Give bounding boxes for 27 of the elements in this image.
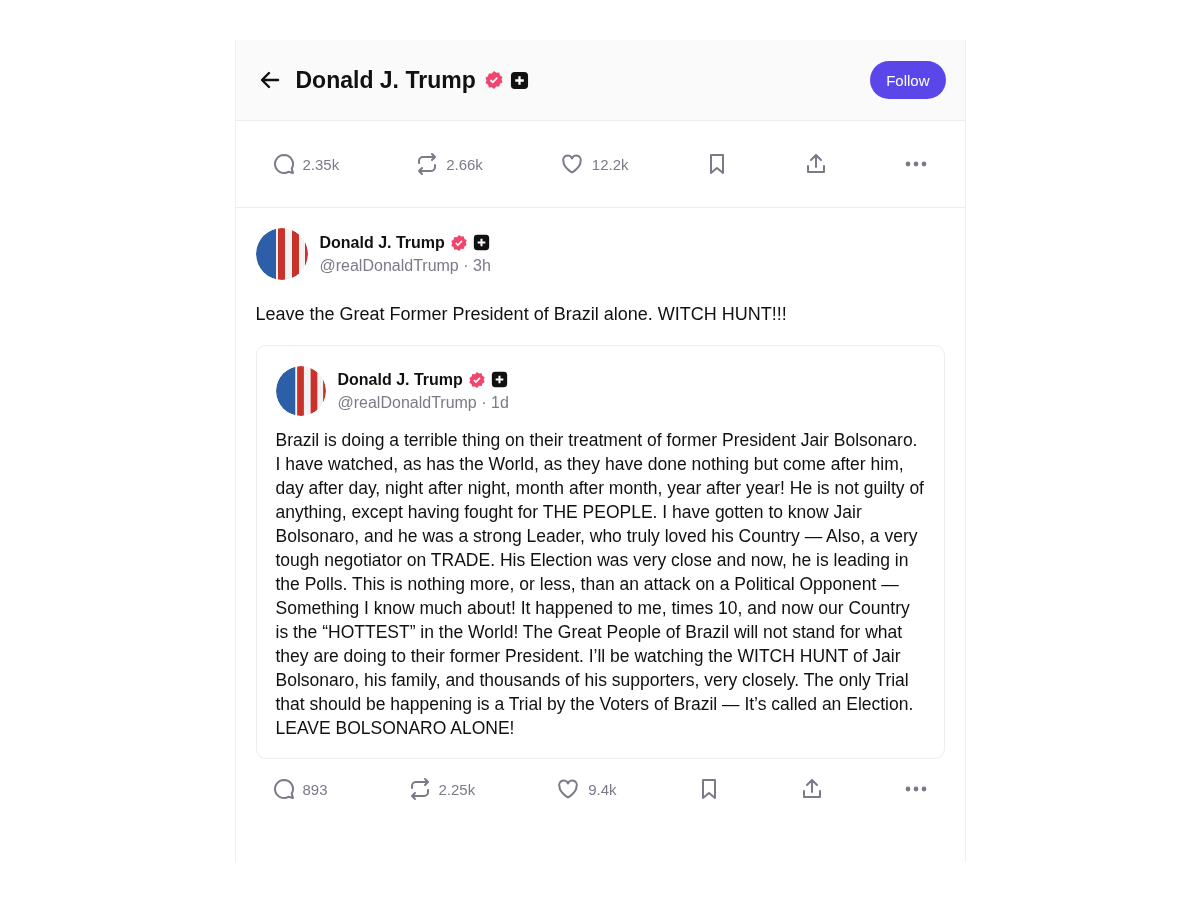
action-count: 2.35k (302, 155, 340, 173)
quoted-post-text: Brazil is doing a terrible thing on their treatment of former President Jair Bolsonaro. I have watched, as has the World, as they have done nothing but come after him, day after day, night after night, month after month, year after year! He is not guilty of anything, except having fought for THE PEOPLE. I have gotten to know Jair Bolsonaro, and he was a strong Leader, who truly loved his Country — Also, a very tough negotiator on TRADE. His Election was very close and now, he is leading in the Polls. This is nothing more, or less, than an attack on a Political Opponent — Something I know much about! It happened to me, times 10, and now our Country is the “HOTTEST” in the World! The Great People of Brazil will not stand for what they are doing to their former President. I’ll be watching the WITCH HUNT of Jair Bolsonaro, his family, and thousands of his supporters, very closely. The only Trial that should be happening is a Trial by the Voters of Brazil — It’s called an Election. LEAVE BOLSONARO ALONE! (275, 429, 925, 740)
plus-icon (509, 70, 529, 90)
author-name: Donald J. Trump (337, 370, 463, 389)
action-count: 12.2k (591, 155, 629, 173)
avatar (255, 228, 308, 280)
comment-icon[interactable] (271, 152, 296, 176)
avatar (275, 366, 326, 416)
action-count: 2.66k (446, 155, 483, 173)
verified-icon (467, 370, 486, 389)
action-count: 9.4k (588, 780, 617, 798)
action-count: 893 (302, 780, 328, 798)
comment-icon[interactable] (271, 777, 296, 801)
verified-icon (483, 70, 504, 90)
plus-icon (490, 371, 508, 388)
author-name: Donald J. Trump (319, 233, 445, 252)
quoted-post-card[interactable] (255, 345, 945, 759)
verified-icon (449, 233, 468, 252)
action-count: 2.25k (438, 780, 476, 798)
author-handle: @realDonaldTrump · 3h (319, 256, 491, 275)
author-handle: @realDonaldTrump · 1d (337, 393, 509, 412)
profile-name: Donald J. Trump (295, 66, 476, 94)
plus-icon (472, 234, 490, 251)
post-text: Leave the Great Former President of Brazil alone. WITCH HUNT!!! (255, 304, 788, 325)
more-icon[interactable] (904, 785, 929, 793)
more-icon[interactable] (904, 160, 929, 168)
follow-button[interactable]: Follow (870, 61, 946, 99)
